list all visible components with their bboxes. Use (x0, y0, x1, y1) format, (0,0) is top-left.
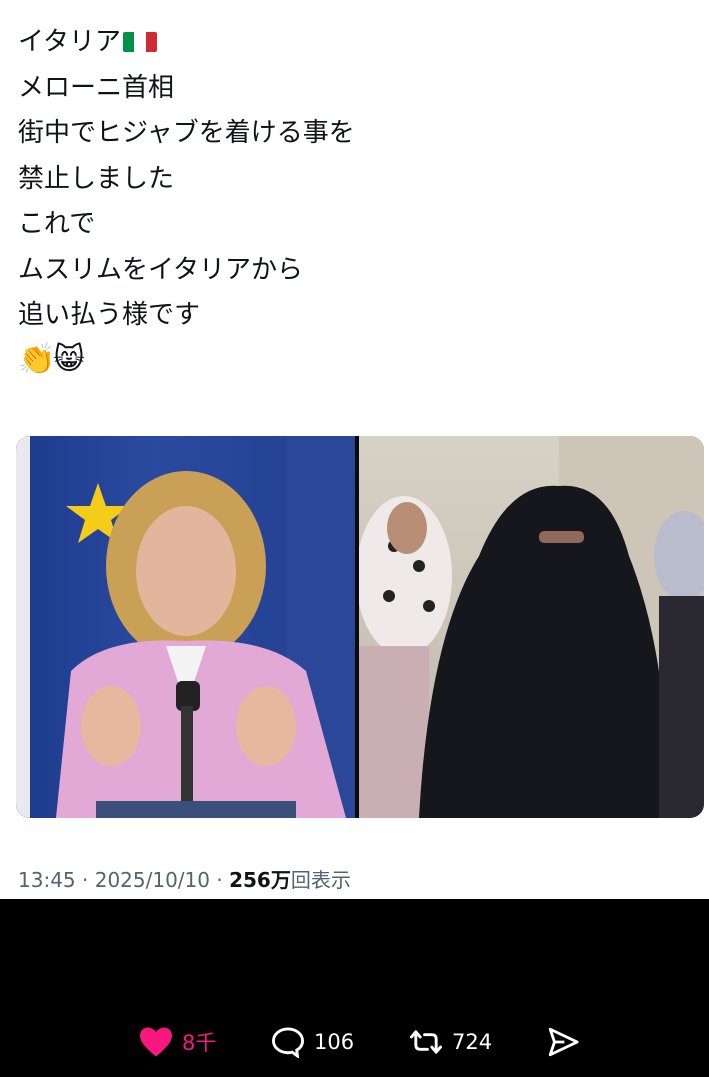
reply-count: 106 (314, 1030, 355, 1054)
post-media[interactable] (16, 436, 704, 818)
post-line-4: 禁止しました (18, 163, 175, 194)
reply-bubble-icon (271, 1027, 305, 1058)
post-actions: 8千 106 724 (0, 1022, 709, 1062)
post-line-5: これで (18, 209, 96, 239)
share-button[interactable] (546, 1022, 580, 1062)
italy-flag-icon (122, 32, 157, 52)
heart-icon (140, 1027, 172, 1057)
post-line-text: イタリア (18, 27, 121, 57)
post-time: 13:45 (18, 868, 76, 892)
reply-button[interactable]: 106 (270, 1022, 354, 1062)
post-line-7: 追い払う様です (18, 300, 201, 330)
like-button[interactable]: 8千 (138, 1022, 216, 1062)
grinning-cat-icon: 😸 (53, 341, 85, 377)
niqab-photo-illustration (356, 436, 704, 818)
views-label: 回表示 (290, 868, 351, 892)
post-line-6: ムスリムをイタリアから (18, 254, 303, 285)
repost-count: 724 (452, 1030, 493, 1054)
politician-photo-illustration (16, 436, 355, 818)
media-image-left[interactable] (16, 436, 355, 818)
post-line-3: 街中でヒジャブを着ける事を (18, 118, 355, 148)
meta-separator: · (82, 868, 89, 892)
send-icon (548, 1027, 579, 1057)
repost-icon (410, 1030, 442, 1054)
meta-separator: · (216, 868, 223, 892)
post-line-1: イタリア (18, 20, 678, 66)
post-meta: 13:45 · 2025/10/10 · 256万回表示 (18, 864, 351, 893)
post-text: イタリア メローニ首相 街中でヒジャブを着ける事を 禁止しました これで ムスリ… (18, 20, 678, 384)
post-date: 2025/10/10 (94, 868, 210, 892)
media-image-right[interactable] (356, 436, 704, 818)
clapping-hands-icon: 👏 (18, 341, 56, 377)
emoji-line: 👏😸 (18, 339, 678, 385)
repost-button[interactable]: 724 (408, 1022, 492, 1062)
post-line-2: メローニ首相 (18, 72, 175, 103)
like-count: 8千 (182, 1031, 217, 1055)
views-count: 256万 (229, 868, 291, 892)
